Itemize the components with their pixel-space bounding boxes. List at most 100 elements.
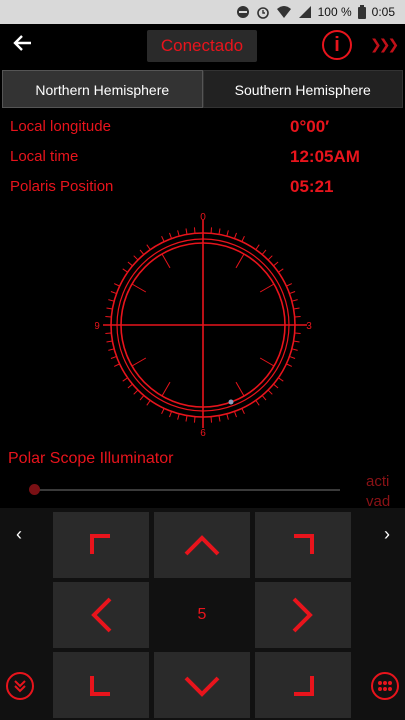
reticle-tick [108, 348, 115, 351]
reticle-tick [218, 415, 221, 422]
polaris-position-label: Polaris Position [10, 178, 114, 195]
reticle-tick [289, 291, 296, 295]
battery-icon [357, 5, 366, 19]
info-icon[interactable]: i [322, 30, 352, 60]
next-page-chevron-icon[interactable]: › [384, 524, 390, 545]
reticle-tick [105, 315, 112, 318]
reticle-tick [185, 228, 188, 235]
reticle-tick [106, 307, 113, 310]
reticle-tick [169, 232, 173, 239]
local-longitude-value: 0°00′ [290, 117, 330, 136]
reticle-tick [105, 332, 112, 335]
signal-icon [298, 5, 312, 19]
reticle-tick [218, 228, 221, 235]
reticle-tick [278, 377, 284, 382]
grid-icon [378, 681, 392, 691]
reticle-tick [261, 249, 267, 255]
row-local-longitude: Local longitude 0°00′ [10, 114, 395, 144]
top-bar: Conectado i ❯❯❯ [0, 24, 405, 68]
illuminator-status[interactable]: acti vad [366, 472, 390, 512]
corner-up-left-icon [90, 534, 110, 554]
do-not-disturb-icon [236, 5, 250, 19]
reticle-tick [133, 389, 139, 395]
reticle-tick [291, 299, 298, 302]
reticle-tick [241, 235, 245, 242]
reticle-tick [133, 255, 139, 261]
alarm-icon [256, 5, 270, 19]
local-longitude-label: Local longitude [10, 118, 111, 135]
connection-status-button[interactable]: Conectado [147, 30, 257, 62]
polaris-position-value: 05:21 [290, 177, 334, 196]
wifi-icon [276, 5, 292, 19]
reticle-tick [233, 232, 237, 239]
illuminator-label: Polar Scope Illuminator [8, 450, 174, 467]
reticle-tick [113, 283, 120, 287]
reticle-tick [110, 291, 117, 295]
reticle-tick [193, 227, 196, 234]
reticle-tick [110, 355, 117, 359]
reticle-tick [235, 253, 245, 269]
corner-up-right-icon [294, 534, 314, 554]
reticle-tick [235, 381, 245, 397]
dial-label-right: 3 [306, 321, 312, 332]
reticle-tick [267, 255, 273, 261]
direction-pad: ‹ › 5 [0, 508, 405, 720]
reticle-tick [146, 400, 151, 406]
info-rows: Local longitude 0°00′ Local time 12:05AM… [10, 114, 395, 204]
reticle-tick [127, 261, 133, 267]
reticle-tick [278, 268, 284, 273]
corner-down-right-icon [294, 676, 314, 696]
move-right-button[interactable] [255, 582, 351, 648]
illuminator-slider-thumb[interactable] [29, 484, 40, 495]
dial-label-bottom: 6 [200, 428, 206, 439]
reticle-tick [210, 227, 213, 234]
chevron-left-icon [91, 597, 112, 633]
reticle-tick [291, 348, 298, 351]
keypad-button[interactable] [371, 672, 399, 700]
triple-chevron-icon[interactable]: ❯❯❯ [370, 36, 399, 53]
chevron-right-icon [292, 597, 313, 633]
move-up-left-button[interactable] [53, 512, 149, 578]
move-left-button[interactable] [53, 582, 149, 648]
tab-southern-hemisphere[interactable]: Southern Hemisphere [202, 70, 403, 108]
reticle-tick [131, 283, 147, 293]
reticle-tick [259, 283, 275, 293]
dial-label-left: 9 [95, 321, 100, 332]
reticle-tick [122, 377, 128, 382]
reticle-tick [113, 363, 120, 367]
move-down-button[interactable] [154, 652, 250, 718]
reticle-tick [193, 416, 196, 423]
illuminator-slider-track[interactable] [30, 489, 340, 491]
illuminator-status-line1: acti [366, 473, 390, 490]
dial-label-top: 0 [200, 212, 206, 223]
reticle-tick [226, 413, 229, 420]
row-polaris-position: Polaris Position 05:21 [10, 174, 395, 204]
reticle-tick [286, 363, 293, 367]
collapse-button[interactable] [6, 672, 34, 700]
reticle-tick [139, 395, 145, 401]
reticle-tick [161, 235, 165, 242]
hemisphere-tabs: Northern Hemisphere Southern Hemisphere [2, 70, 403, 108]
chevron-down-icon [184, 676, 220, 697]
tab-northern-hemisphere[interactable]: Northern Hemisphere [2, 70, 203, 108]
speed-value[interactable]: 5 [154, 582, 250, 648]
reticle-tick [294, 332, 301, 335]
reticle-tick [169, 411, 173, 418]
chevron-up-icon [184, 535, 220, 556]
reticle-tick [255, 400, 260, 406]
reticle-tick [286, 283, 293, 287]
reticle-tick [233, 411, 237, 418]
reticle-tick [177, 230, 180, 237]
status-time: 0:05 [371, 5, 395, 19]
reticle-tick [267, 389, 273, 395]
reticle-tick [255, 244, 260, 250]
back-arrow-icon [13, 35, 31, 51]
move-down-right-button[interactable] [255, 652, 351, 718]
move-up-button[interactable] [154, 512, 250, 578]
prev-page-chevron-icon[interactable]: ‹ [16, 524, 22, 545]
move-up-right-button[interactable] [255, 512, 351, 578]
reticle-tick [273, 383, 279, 389]
reticle-tick [293, 307, 300, 310]
move-down-left-button[interactable] [53, 652, 149, 718]
back-button[interactable] [8, 32, 36, 60]
